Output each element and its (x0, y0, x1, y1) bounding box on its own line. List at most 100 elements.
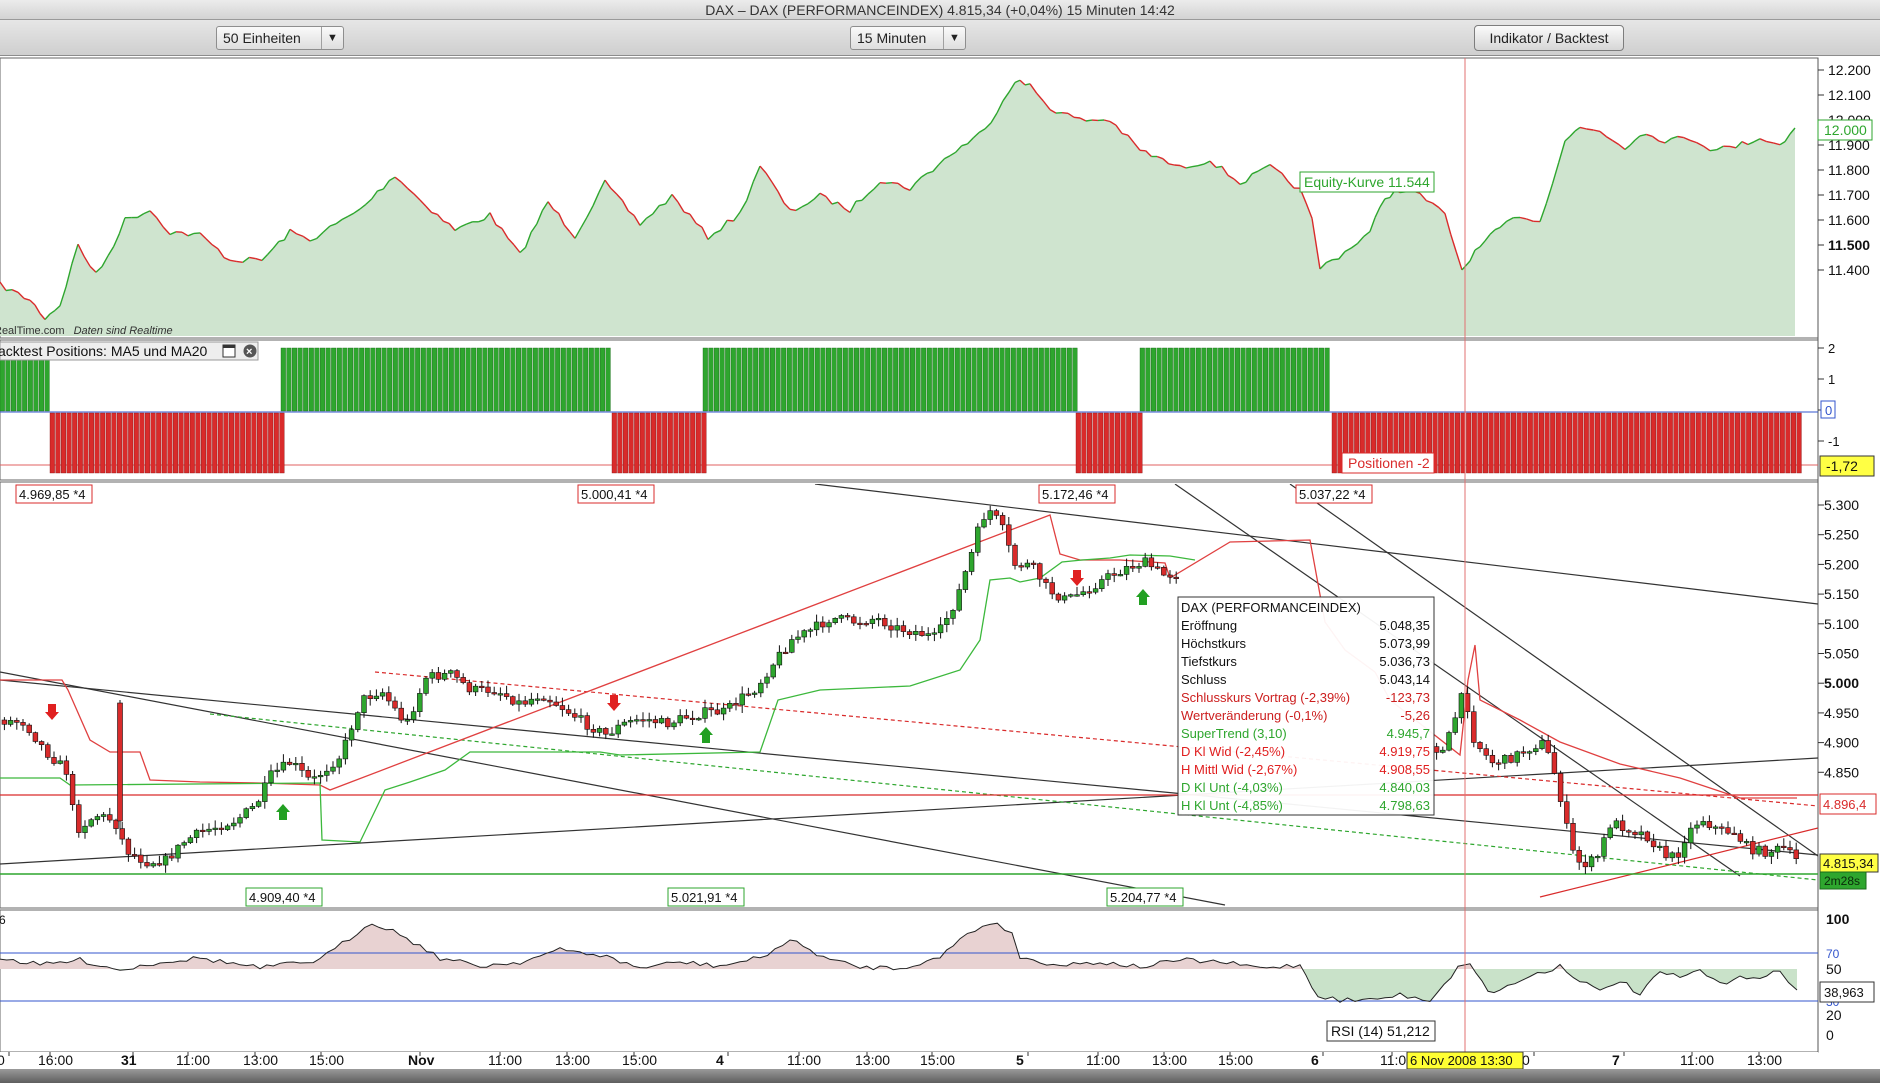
position-bar-long (999, 347, 1005, 412)
position-bar-long (932, 347, 938, 412)
candle-down (491, 692, 497, 695)
candle-up (1613, 820, 1620, 829)
position-bar-long (742, 347, 748, 412)
candle-up (324, 770, 330, 776)
candle-up (646, 719, 652, 722)
candle-down (689, 717, 696, 721)
candle-up (807, 629, 814, 632)
candle-down (1719, 826, 1725, 829)
position-bar-long (1167, 347, 1173, 412)
chart-canvas[interactable]: 12.20012.10012.00011.90011.80011.70011.6… (0, 56, 1880, 1069)
position-bar-long (949, 347, 955, 412)
last-price-tag: 4.815,34 (1823, 856, 1874, 871)
equity-segment (193, 232, 201, 235)
position-bar-short (1768, 412, 1774, 474)
position-bar-short (1712, 412, 1718, 474)
position-bar-long (460, 347, 466, 412)
position-bar-short (172, 412, 178, 474)
equity-segment (879, 182, 887, 184)
time-label: 0 (0, 1052, 5, 1068)
candle-down (1787, 847, 1793, 851)
candle-up (410, 711, 417, 720)
candle-up (1458, 693, 1465, 719)
position-bar-long (977, 347, 983, 412)
candle-up (801, 630, 807, 638)
candle-up (1514, 751, 1520, 763)
units-select[interactable]: 50 Einheiten ▼ (216, 26, 344, 50)
candle-up (1068, 594, 1074, 597)
position-bar-short (1751, 412, 1757, 474)
position-bar-long (943, 347, 949, 412)
position-bar-short (94, 412, 100, 474)
candle-up (293, 762, 299, 766)
price-tick-label: 5.250 (1824, 527, 1859, 543)
position-bar-long (1139, 347, 1145, 412)
candle-down (1663, 845, 1669, 859)
candle-up (925, 633, 931, 636)
candle-up (658, 718, 665, 724)
position-bar-long (465, 347, 471, 412)
candle-up (1669, 852, 1675, 859)
position-bar-short (156, 412, 162, 474)
position-bar-long (331, 347, 337, 412)
candle-up (937, 624, 944, 634)
position-bar-long (714, 347, 720, 412)
candle-down (547, 699, 553, 703)
position-bar-short (1628, 412, 1634, 474)
position-bar-long (488, 347, 494, 412)
candle-down (386, 692, 392, 702)
equity-label: Equity-Kurve 11.544 (1304, 174, 1430, 190)
equity-tick-label: 11.800 (1828, 162, 1870, 178)
position-bar-short (1075, 412, 1081, 474)
candle-up (615, 724, 621, 735)
position-bar-short (1757, 412, 1763, 474)
interval-select[interactable]: 15 Minuten ▼ (850, 26, 966, 50)
position-bar-long (381, 347, 387, 412)
candle-up (751, 692, 758, 695)
chevron-down-icon[interactable]: ▼ (321, 27, 343, 49)
position-bar-short (61, 412, 67, 474)
time-label: 5 (1016, 1052, 1024, 1068)
position-bar-short (645, 412, 651, 474)
candle-up (1142, 557, 1148, 567)
candle-up (336, 758, 342, 768)
candle-down (200, 829, 206, 833)
tooltip-row-value: 4.908,55 (1379, 762, 1430, 777)
candle-down (138, 854, 144, 863)
position-bar-short (66, 412, 72, 474)
candle-down (14, 720, 20, 723)
price-tick-label: 5.150 (1824, 586, 1859, 602)
position-bar-long (837, 347, 843, 412)
position-bar-short (200, 412, 206, 474)
candle-up (621, 721, 628, 726)
candle-down (640, 719, 646, 722)
candle-down (1111, 573, 1117, 576)
candle-down (131, 854, 138, 857)
candle-down (1619, 820, 1626, 831)
candle-down (1582, 861, 1589, 868)
position-bar-short (1729, 412, 1735, 474)
candle-up (317, 774, 324, 778)
candle-down (1049, 582, 1055, 595)
candle-down (665, 718, 671, 728)
position-bar-long (1268, 347, 1274, 412)
candle-up (7, 720, 14, 725)
candle-down (286, 761, 293, 765)
candle-up (1024, 562, 1031, 568)
chevron-down-icon[interactable]: ▼ (943, 27, 965, 49)
candle-down (733, 702, 739, 706)
candle-up (212, 827, 218, 830)
position-bar-short (1081, 412, 1087, 474)
candle-down (1030, 562, 1037, 565)
position-bar-short (122, 412, 128, 474)
equity-tick-label: 12.100 (1828, 87, 1871, 103)
candle-down (1650, 840, 1657, 848)
indicator-backtest-button[interactable]: Indikator / Backtest (1474, 25, 1624, 51)
position-bar-short (623, 412, 629, 474)
position-bar-short (662, 412, 668, 474)
position-bar-long (1178, 347, 1184, 412)
position-bar-long (1184, 347, 1190, 412)
time-label: 13:00 (1152, 1052, 1187, 1068)
position-bar-long (448, 347, 454, 412)
position-bar-long (1190, 347, 1196, 412)
